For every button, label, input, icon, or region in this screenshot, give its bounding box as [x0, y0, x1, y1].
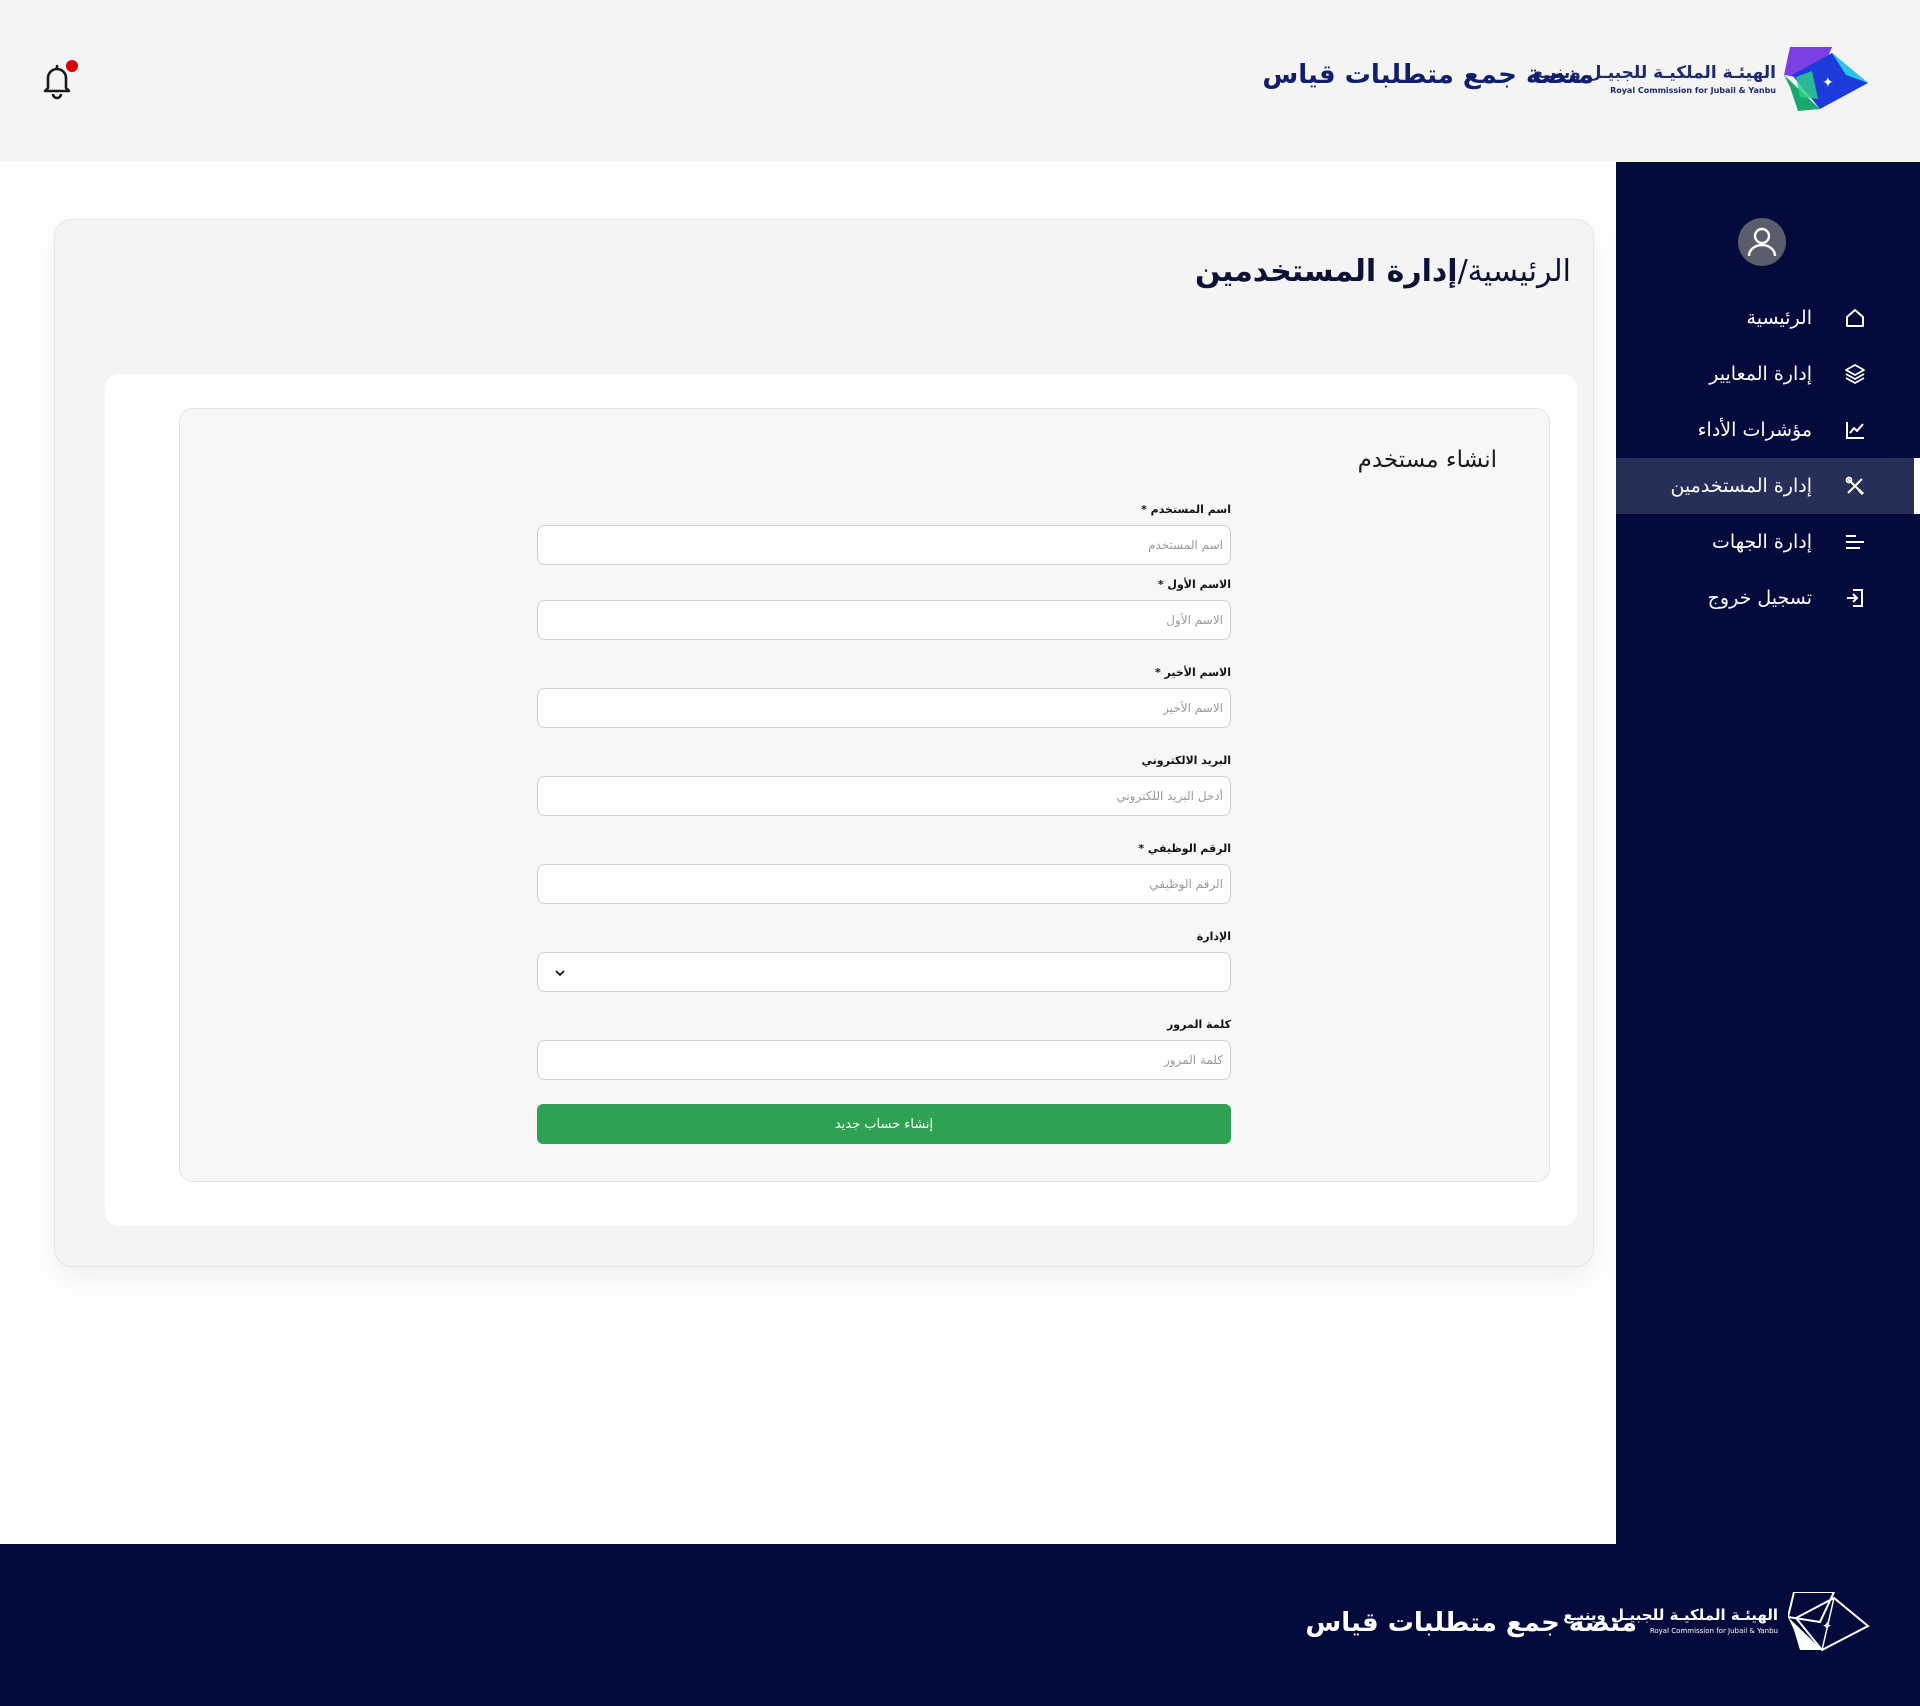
- user-avatar[interactable]: [1738, 218, 1786, 266]
- tools-icon: [1842, 473, 1868, 499]
- email-label: البريد الالكتروني: [1141, 754, 1231, 767]
- sidebar: الرئيسية إدارة المعايير مؤشرات الأداء إد…: [1616, 162, 1920, 1544]
- line-chart-icon: [1842, 417, 1868, 443]
- sidebar-item-label: مؤشرات الأداء: [1697, 419, 1812, 441]
- password-label: كلمة المرور: [1166, 1018, 1231, 1031]
- user-avatar-icon: [1747, 227, 1777, 257]
- logout-icon: [1842, 585, 1868, 611]
- footer: الهيئـة الملكيـة للجبيـل وينبـع Royal Co…: [0, 1544, 1920, 1706]
- last-name-input[interactable]: [537, 688, 1231, 728]
- logo-mark-icon: ✦: [1784, 47, 1868, 111]
- chevron-down-icon: [555, 970, 565, 977]
- username-label: اسم المستخدم *: [1141, 503, 1231, 516]
- sidebar-item-home[interactable]: الرئيسية: [1616, 290, 1920, 346]
- notification-dot: [66, 60, 78, 72]
- footer-platform-title: منصة جمع متطلبات قياس: [1305, 1608, 1637, 1638]
- main-card: الرئيسية/إدارة المستخدمين انشاء مستخدم ا…: [54, 219, 1594, 1267]
- sidebar-item-entities[interactable]: إدارة الجهات: [1616, 514, 1920, 570]
- department-label: الإدارة: [1196, 930, 1231, 943]
- sidebar-item-standards[interactable]: إدارة المعايير: [1616, 346, 1920, 402]
- email-input[interactable]: [537, 776, 1231, 816]
- platform-title: منصة جمع متطلبات قياس: [1262, 60, 1594, 90]
- top-header: الهيئـة الملكيـة للجبيـل وينبـع Royal Co…: [0, 0, 1920, 162]
- sidebar-item-label: إدارة المستخدمين: [1670, 475, 1812, 497]
- content-panel: انشاء مستخدم اسم المستخدم * الاسم الأول …: [105, 374, 1577, 1226]
- layers-icon: [1842, 361, 1868, 387]
- breadcrumb: الرئيسية/إدارة المستخدمين: [1195, 254, 1571, 289]
- first-name-label: الاسم الأول *: [1157, 578, 1231, 591]
- sidebar-item-label: إدارة الجهات: [1712, 531, 1812, 553]
- sidebar-nav: الرئيسية إدارة المعايير مؤشرات الأداء إد…: [1616, 290, 1920, 626]
- first-name-input[interactable]: [537, 600, 1231, 640]
- svg-text:✦: ✦: [1822, 1619, 1832, 1633]
- breadcrumb-home-link[interactable]: الرئيسية/: [1458, 254, 1571, 289]
- home-icon: [1842, 305, 1868, 331]
- sidebar-item-label: إدارة المعايير: [1709, 363, 1812, 385]
- sidebar-item-label: الرئيسية: [1746, 307, 1812, 329]
- align-lines-icon: [1842, 529, 1868, 555]
- username-input[interactable]: [537, 525, 1231, 565]
- create-user-form: انشاء مستخدم اسم المستخدم * الاسم الأول …: [179, 408, 1550, 1182]
- department-select[interactable]: [537, 952, 1231, 992]
- password-input[interactable]: [537, 1040, 1231, 1080]
- create-account-button[interactable]: إنشاء حساب جديد: [537, 1104, 1231, 1144]
- breadcrumb-current: إدارة المستخدمين: [1194, 254, 1458, 289]
- employee-id-input[interactable]: [537, 864, 1231, 904]
- logo-english-text: Royal Commission for Jubail & Yanbu: [1610, 85, 1776, 95]
- employee-id-label: الرقم الوظيفي *: [1138, 842, 1231, 855]
- form-fields: اسم المستخدم * الاسم الأول * الاسم الأخي…: [537, 409, 1231, 1183]
- sidebar-item-logout[interactable]: تسجيل خروج: [1616, 570, 1920, 626]
- sidebar-item-label: تسجيل خروج: [1707, 587, 1812, 609]
- sidebar-item-kpis[interactable]: مؤشرات الأداء: [1616, 402, 1920, 458]
- last-name-label: الاسم الأخير *: [1154, 666, 1231, 679]
- notification-bell-button[interactable]: [34, 58, 80, 104]
- sidebar-item-users[interactable]: إدارة المستخدمين: [1616, 458, 1920, 514]
- form-title: انشاء مستخدم: [1357, 447, 1497, 473]
- svg-text:✦: ✦: [1822, 75, 1834, 91]
- footer-logo-mark-icon: ✦: [1788, 1592, 1870, 1652]
- footer-logo-english-text: Royal Commission for Jubail & Yanbu: [1649, 1627, 1778, 1636]
